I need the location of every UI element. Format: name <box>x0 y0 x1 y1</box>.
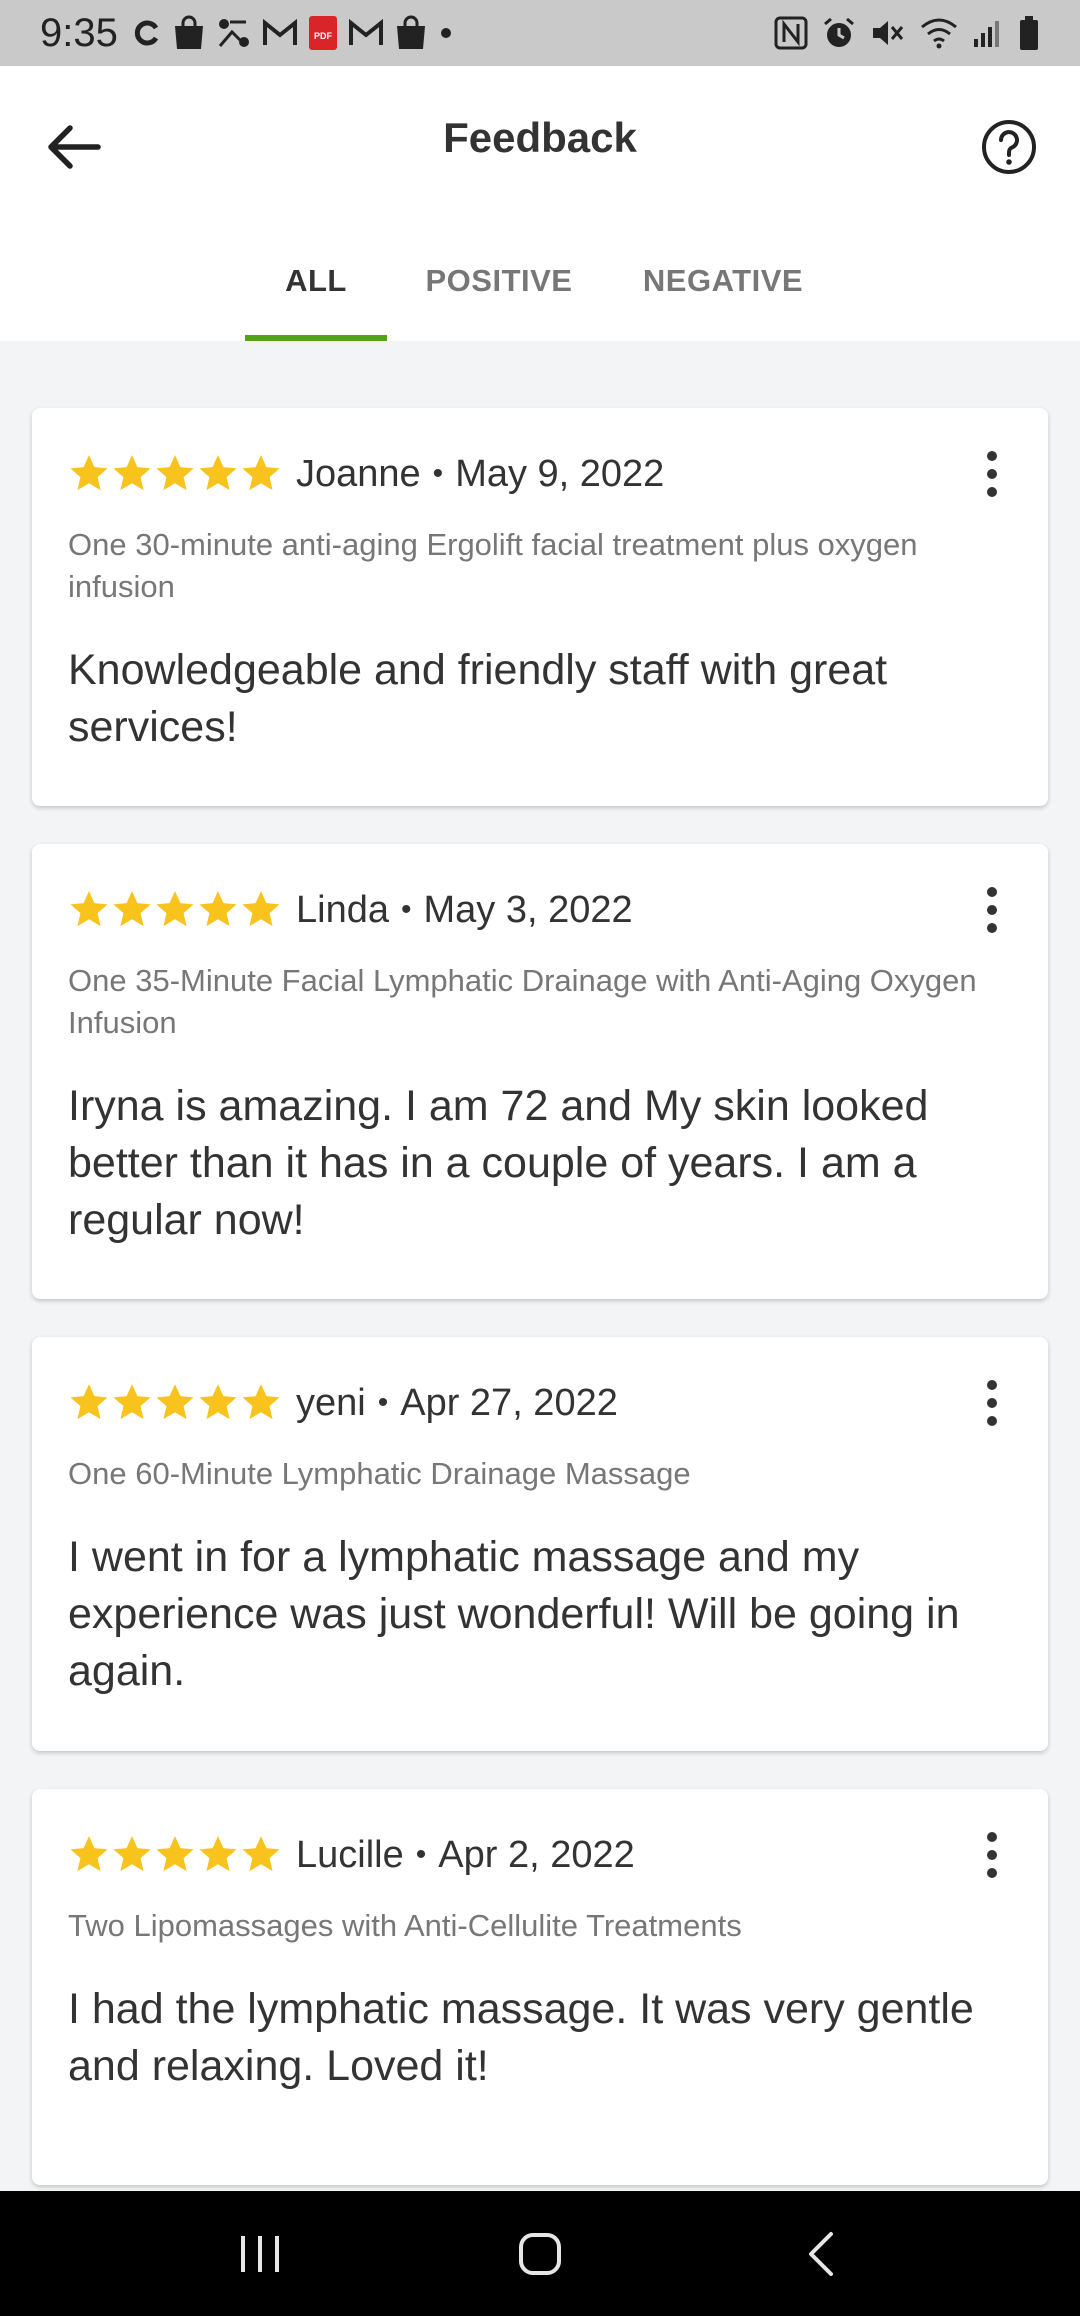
star-icon <box>199 1836 237 1872</box>
mute-icon <box>870 13 906 53</box>
gmail-icon <box>262 13 298 53</box>
alarm-icon <box>822 13 856 53</box>
more-options-button[interactable] <box>972 880 1012 940</box>
status-bar: 9:35 PDF <box>0 0 1080 66</box>
feedback-tabs: ALL POSITIVE NEGATIVE <box>0 241 1080 341</box>
review-date: May 3, 2022 <box>423 888 633 931</box>
review-header: Lucille • Apr 2, 2022 <box>68 1825 1012 1885</box>
system-nav-bar <box>0 2191 1080 2316</box>
more-options-button[interactable] <box>972 444 1012 504</box>
star-icon <box>242 1836 280 1872</box>
star-rating <box>68 889 282 931</box>
star-icon <box>70 1836 108 1872</box>
more-options-button[interactable] <box>972 1373 1012 1433</box>
review-text: Knowledgeable and friendly staff with gr… <box>68 646 888 751</box>
star-rating <box>68 1834 282 1876</box>
signal-icon <box>972 13 1004 53</box>
star-icon <box>113 455 151 491</box>
app-header: Feedback ALL POSITIVE NEGATIVE <box>0 66 1080 341</box>
more-options-button[interactable] <box>972 1825 1012 1885</box>
star-icon <box>113 891 151 927</box>
review-card: Lucille • Apr 2, 2022 Two Lipomassages w… <box>32 1789 1048 2185</box>
status-notification-icons: PDF <box>132 13 454 53</box>
separator-dot: • <box>415 1838 427 1871</box>
tab-all[interactable]: ALL <box>245 241 387 341</box>
star-icon <box>199 455 237 491</box>
star-icon <box>70 455 108 491</box>
review-text: Iryna is amazing. I am 72 and My skin lo… <box>68 1082 929 1244</box>
review-date: Apr 2, 2022 <box>438 1833 635 1876</box>
star-icon <box>113 1384 151 1420</box>
more-vert-icon <box>987 1832 997 1878</box>
pdf-icon: PDF <box>308 13 338 53</box>
status-time: 9:35 <box>40 10 118 55</box>
review-card: Linda • May 3, 2022 One 35-Minute Facial… <box>32 844 1048 1299</box>
star-icon <box>156 1384 194 1420</box>
recent-apps-icon <box>241 2235 279 2272</box>
star-icon <box>156 891 194 927</box>
star-icon <box>156 455 194 491</box>
wifi-icon <box>920 13 958 53</box>
star-icon <box>113 1836 151 1872</box>
separator-dot: • <box>400 893 412 926</box>
review-feed[interactable]: Joanne • May 9, 2022 One 30-minute anti-… <box>0 341 1080 2191</box>
star-icon <box>199 1384 237 1420</box>
separator-dot: • <box>377 1386 389 1419</box>
sync-icon <box>132 13 162 53</box>
star-icon <box>70 1384 108 1420</box>
review-date: Apr 27, 2022 <box>400 1381 618 1424</box>
pdf-icon-label: PDF <box>314 31 333 41</box>
route-icon <box>216 13 252 53</box>
shopping-bag-icon <box>394 13 428 53</box>
more-vert-icon <box>987 1380 997 1426</box>
reviewer-name: yeni <box>296 1381 366 1424</box>
home-button[interactable] <box>480 2204 600 2304</box>
review-card: yeni • Apr 27, 2022 One 60-Minute Lympha… <box>32 1337 1048 1751</box>
gmail-icon <box>348 13 384 53</box>
deal-title: Two Lipomassages with Anti-Cellulite Tre… <box>68 1908 742 1943</box>
reviewer-name: Joanne <box>296 452 421 495</box>
deal-title: One 35-Minute Facial Lymphatic Drainage … <box>68 963 977 1040</box>
star-icon <box>70 891 108 927</box>
more-vert-icon <box>987 451 997 497</box>
page-title: Feedback <box>443 114 637 161</box>
deal-title: One 30-minute anti-aging Ergolift facial… <box>68 527 918 604</box>
star-rating <box>68 453 282 495</box>
back-icon <box>809 2231 833 2276</box>
star-icon <box>242 1384 280 1420</box>
star-icon <box>199 891 237 927</box>
nfc-icon <box>774 13 808 53</box>
review-text: I had the lymphatic massage. It was very… <box>68 1985 974 2090</box>
separator-dot: • <box>432 457 444 490</box>
reviewer-name: Linda <box>296 888 389 931</box>
deal-title: One 60-Minute Lymphatic Drainage Massage <box>68 1456 691 1491</box>
review-header: Joanne • May 9, 2022 <box>68 444 1012 504</box>
status-system-icons <box>774 13 1040 53</box>
more-vert-icon <box>987 887 997 933</box>
nav-back-button[interactable] <box>760 2204 880 2304</box>
review-date: May 9, 2022 <box>455 452 665 495</box>
review-text: I went in for a lymphatic massage and my… <box>68 1533 960 1695</box>
star-icon <box>242 455 280 491</box>
star-icon <box>156 1836 194 1872</box>
review-card: Joanne • May 9, 2022 One 30-minute anti-… <box>32 408 1048 806</box>
tab-positive[interactable]: POSITIVE <box>387 241 611 341</box>
more-dot-icon <box>438 13 454 53</box>
review-header: Linda • May 3, 2022 <box>68 880 1012 940</box>
reviewer-name: Lucille <box>296 1833 404 1876</box>
question-circle-icon <box>982 120 1036 174</box>
battery-icon <box>1018 13 1040 53</box>
tab-negative[interactable]: NEGATIVE <box>611 241 835 341</box>
star-rating <box>68 1382 282 1424</box>
review-header: yeni • Apr 27, 2022 <box>68 1373 1012 1433</box>
home-icon <box>519 2232 561 2275</box>
recent-apps-button[interactable] <box>200 2204 320 2304</box>
shopping-bag-icon <box>172 13 206 53</box>
help-button[interactable] <box>974 112 1044 182</box>
star-icon <box>242 891 280 927</box>
